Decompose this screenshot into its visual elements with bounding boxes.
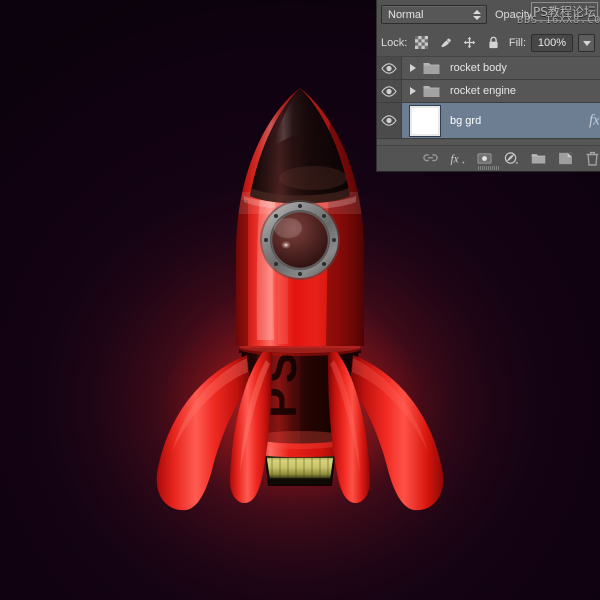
add-layer-style-icon[interactable]: fx — [450, 151, 465, 166]
layers-panel-lock-row: Lock: Fill: 100% — [377, 29, 600, 57]
blend-mode-value: Normal — [388, 8, 424, 21]
svg-text:fx: fx — [450, 153, 458, 165]
add-layer-mask-icon[interactable] — [477, 151, 492, 166]
layer-name: rocket engine — [450, 85, 517, 97]
layers-panel-blend-row: Normal Opacity PS教程论坛 BBS.16XX8.COM — [377, 0, 600, 29]
link-layers-icon[interactable] — [423, 151, 438, 166]
new-layer-icon[interactable] — [558, 151, 573, 166]
chevron-down-icon — [582, 40, 591, 46]
panel-resize-grip[interactable] — [478, 166, 500, 170]
all-lock-icon[interactable] — [487, 36, 500, 49]
eye-icon — [381, 115, 397, 126]
transparent-pixels-lock-icon[interactable] — [415, 36, 429, 49]
layer-effects-indicator[interactable]: fx — [589, 112, 599, 129]
folder-icon — [423, 86, 440, 97]
image-pixels-lock-icon[interactable] — [439, 36, 452, 49]
group-expand-arrow-icon[interactable] — [410, 87, 416, 95]
position-lock-icon[interactable] — [463, 36, 476, 49]
layer-row-bg-grd[interactable]: bg grd fx — [377, 103, 600, 139]
eye-icon — [381, 62, 397, 74]
delete-layer-icon[interactable] — [585, 151, 600, 166]
fill-label: Fill: — [508, 37, 526, 49]
blend-mode-select[interactable]: Normal — [381, 5, 487, 24]
layers-panel[interactable]: Normal Opacity PS教程论坛 BBS.16XX8.COM Lock… — [376, 0, 600, 172]
layer-list: rocket body rocket engine bg grd fx — [377, 57, 600, 139]
lock-label: Lock: — [381, 36, 408, 49]
new-group-icon[interactable] — [531, 151, 546, 166]
fill-control[interactable]: Fill: 100% — [509, 29, 595, 57]
eye-icon — [381, 85, 397, 97]
layer-row-rocket-engine[interactable]: rocket engine — [377, 80, 600, 103]
fill-value: 100% — [537, 37, 567, 49]
fill-value-input[interactable]: 100% — [531, 34, 573, 52]
folder-icon — [423, 63, 440, 74]
group-expand-arrow-icon[interactable] — [410, 64, 416, 72]
layer-visibility-toggle[interactable] — [377, 80, 402, 102]
layer-thumbnail[interactable] — [409, 104, 441, 137]
new-adjustment-layer-icon[interactable] — [504, 151, 519, 166]
opacity-control[interactable]: Opacity — [495, 0, 532, 29]
fill-dropdown-button[interactable] — [578, 34, 595, 52]
layers-panel-toolbar: fx — [377, 145, 600, 171]
screenshot-root: PS — [0, 0, 600, 600]
layer-visibility-toggle[interactable] — [377, 103, 402, 138]
opacity-label: Opacity — [495, 8, 533, 21]
layer-name: bg grd — [450, 114, 482, 127]
layer-visibility-toggle[interactable] — [377, 57, 402, 79]
watermark-chinese-text: PS教程论坛 — [531, 2, 598, 21]
layer-name: rocket body — [450, 62, 507, 74]
layer-row-rocket-body[interactable]: rocket body — [377, 57, 600, 80]
chevron-updown-icon — [473, 9, 481, 20]
